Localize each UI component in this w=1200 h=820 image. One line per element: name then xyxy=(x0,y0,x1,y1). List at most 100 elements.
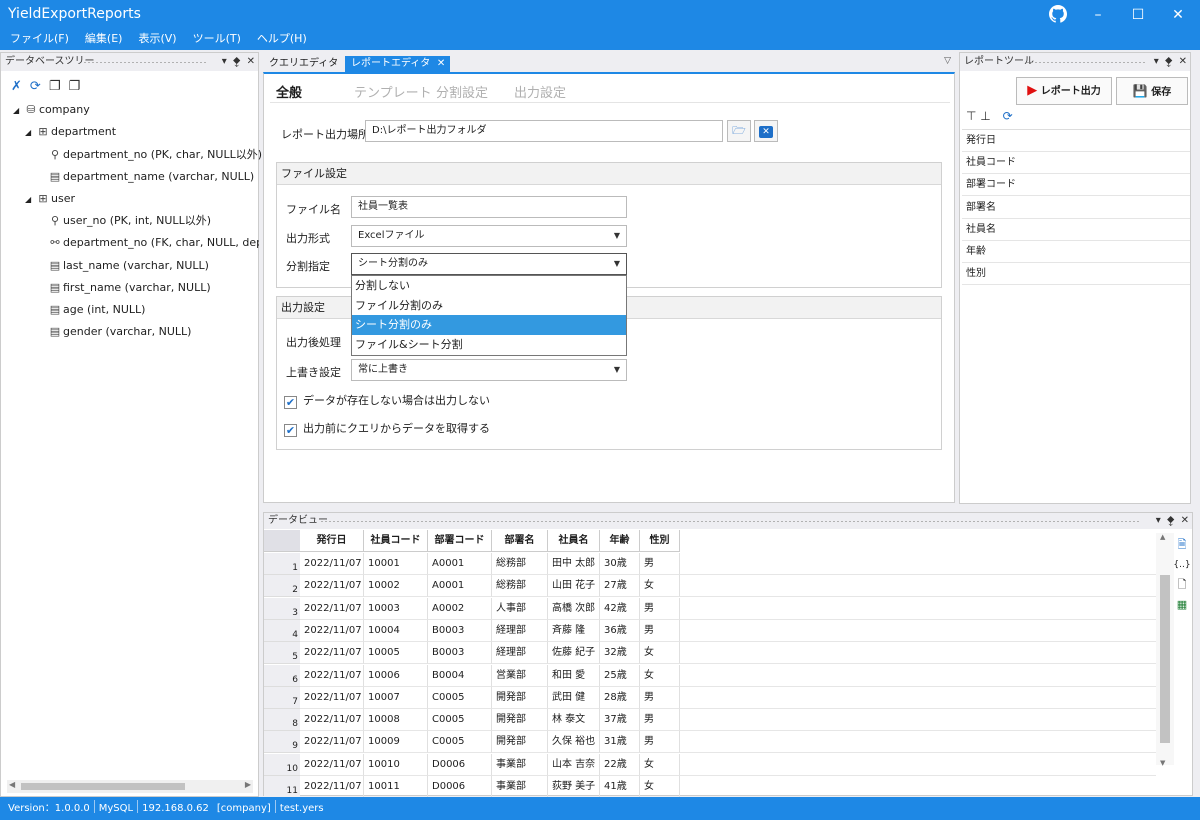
table-cell[interactable]: B0004 xyxy=(428,664,492,687)
minimize-icon[interactable]: – xyxy=(1078,0,1118,30)
subtab-split[interactable]: 分割設定 xyxy=(436,82,488,101)
close-icon[interactable]: ✕ xyxy=(1181,515,1189,526)
table-cell[interactable]: D0006 xyxy=(428,753,492,776)
overwrite-select[interactable]: 常に上書き ▼ xyxy=(351,359,627,381)
table-cell[interactable]: 2022/11/07 xyxy=(300,753,364,776)
row-number[interactable]: 6 xyxy=(264,664,300,687)
tree-item-column[interactable]: ⚲ department_no (PK, char, NULL以外) xyxy=(47,144,262,166)
subtab-output[interactable]: 出力設定 xyxy=(514,82,566,101)
table-cell[interactable]: B0003 xyxy=(428,642,492,665)
tab-query-editor[interactable]: クエリエディタ xyxy=(263,56,344,72)
save-button[interactable]: 💾 保存 xyxy=(1116,77,1188,105)
pin-icon[interactable]: ⧪ xyxy=(1167,515,1175,526)
skip-empty-checkbox[interactable]: ✔ データが存在しない場合は出力しない xyxy=(284,392,490,409)
table-cell[interactable]: 経理部 xyxy=(492,642,548,665)
close-icon[interactable]: ✕ xyxy=(247,56,255,67)
table-cell[interactable]: 10007 xyxy=(364,686,428,709)
table-cell[interactable]: 37歳 xyxy=(600,709,640,732)
row-number[interactable]: 2 xyxy=(264,575,300,598)
table-cell[interactable]: 事業部 xyxy=(492,753,548,776)
table-cell[interactable]: 2022/11/07 xyxy=(300,597,364,620)
report-output-button[interactable]: ▶ レポート出力 xyxy=(1016,77,1112,105)
table-cell[interactable]: 久保 裕也 xyxy=(548,731,600,754)
table-cell[interactable]: 開発部 xyxy=(492,709,548,732)
dropdown-icon[interactable]: ▾ xyxy=(222,56,227,67)
row-number[interactable]: 9 xyxy=(264,731,300,754)
subtab-general[interactable]: 全般 xyxy=(276,82,302,101)
table-cell[interactable]: 武田 健 xyxy=(548,686,600,709)
dropdown-icon[interactable]: ▾ xyxy=(1154,56,1159,67)
table-cell[interactable]: 男 xyxy=(640,709,680,732)
folder-open-icon[interactable]: 🗁 xyxy=(727,120,751,142)
row-number[interactable]: 5 xyxy=(264,642,300,665)
row-number[interactable]: 4 xyxy=(264,619,300,642)
column-header[interactable]: 社員名 xyxy=(548,530,600,552)
column-header[interactable]: 性別 xyxy=(640,530,680,552)
scrollbar-thumb[interactable] xyxy=(1160,575,1170,743)
clear-icon[interactable]: ✕ xyxy=(754,120,778,142)
report-field[interactable]: 社員名 xyxy=(962,219,1190,241)
column-header[interactable]: 年齢 xyxy=(600,530,640,552)
table-cell[interactable]: 2022/11/07 xyxy=(300,709,364,732)
export-file-icon[interactable]: 🗋 xyxy=(1172,575,1192,595)
table-cell[interactable]: 2022/11/07 xyxy=(300,553,364,575)
report-field[interactable]: 年齢 xyxy=(962,241,1190,263)
table-cell[interactable]: 斉藤 隆 xyxy=(548,619,600,642)
refresh-icon[interactable]: ⟳ xyxy=(30,79,41,94)
table-cell[interactable]: 2022/11/07 xyxy=(300,619,364,642)
table-cell[interactable]: 人事部 xyxy=(492,597,548,620)
json-icon[interactable]: {..} xyxy=(1172,555,1192,575)
table-cell[interactable]: 22歳 xyxy=(600,753,640,776)
table-cell[interactable]: 佐藤 紀子 xyxy=(548,642,600,665)
filename-input[interactable]: 社員一覧表 xyxy=(351,196,627,218)
table-cell[interactable]: 高橋 次郎 xyxy=(548,597,600,620)
table-cell[interactable]: 10009 xyxy=(364,731,428,754)
copy-all-icon[interactable]: ❐ xyxy=(68,79,80,94)
tree-item-column[interactable]: ⚲ user_no (PK, int, NULL以外) xyxy=(47,210,211,232)
split-option[interactable]: ファイル分割のみ xyxy=(352,296,626,316)
table-cell[interactable]: 田中 太郎 xyxy=(548,553,600,575)
table-cell[interactable]: 2022/11/07 xyxy=(300,731,364,754)
menu-edit[interactable]: 編集(E) xyxy=(77,30,131,48)
table-cell[interactable]: 女 xyxy=(640,753,680,776)
table-cell[interactable]: 開発部 xyxy=(492,731,548,754)
export-document-icon[interactable]: 🗎 xyxy=(1172,535,1192,555)
table-cell[interactable]: A0002 xyxy=(428,597,492,620)
tree-item-user[interactable]: ◢ ⊞ user xyxy=(25,188,75,210)
tree-item-column[interactable]: ▤ first_name (varchar, NULL) xyxy=(47,277,211,299)
row-number[interactable]: 3 xyxy=(264,597,300,620)
report-field[interactable]: 部署コード xyxy=(962,174,1190,196)
table-cell[interactable]: 10003 xyxy=(364,597,428,620)
table-cell[interactable]: 42歳 xyxy=(600,597,640,620)
tree-item-department[interactable]: ◢ ⊞ department xyxy=(25,121,116,143)
tree-item-company[interactable]: ◢ ⛁ company xyxy=(13,99,90,121)
table-cell[interactable]: 30歳 xyxy=(600,553,640,575)
table-cell[interactable]: 2022/11/07 xyxy=(300,686,364,709)
column-header[interactable]: 部署コード xyxy=(428,530,492,552)
tree-item-column[interactable]: ▤ gender (varchar, NULL) xyxy=(47,321,192,343)
tab-list-icon[interactable]: ▽ xyxy=(944,56,951,66)
table-cell[interactable]: 開発部 xyxy=(492,686,548,709)
dropdown-icon[interactable]: ▾ xyxy=(1156,515,1161,526)
row-number[interactable]: 8 xyxy=(264,709,300,732)
close-tab-icon[interactable]: ✕ xyxy=(437,56,445,72)
menu-help[interactable]: ヘルプ(H) xyxy=(249,30,315,48)
column-header[interactable]: 社員コード xyxy=(364,530,428,552)
excel-icon[interactable]: ▦ xyxy=(1172,595,1192,615)
row-number[interactable]: 11 xyxy=(264,776,300,798)
table-cell[interactable]: D0006 xyxy=(428,776,492,798)
split-option-selected[interactable]: シート分割のみ xyxy=(352,315,626,335)
table-cell[interactable]: 和田 愛 xyxy=(548,664,600,687)
scroll-left-icon[interactable]: ◀ xyxy=(9,780,15,789)
table-cell[interactable]: 28歳 xyxy=(600,686,640,709)
table-cell[interactable]: 10008 xyxy=(364,709,428,732)
close-icon[interactable]: ✕ xyxy=(1179,56,1187,67)
row-number[interactable]: 7 xyxy=(264,686,300,709)
report-field[interactable]: 部署名 xyxy=(962,197,1190,219)
maximize-icon[interactable]: ☐ xyxy=(1118,0,1158,30)
table-cell[interactable]: A0001 xyxy=(428,553,492,575)
table-cell[interactable]: 10005 xyxy=(364,642,428,665)
tree-item-column[interactable]: ⚯department_no (FK, char, NULL, departme xyxy=(47,232,259,254)
table-cell[interactable]: 男 xyxy=(640,731,680,754)
tab-report-editor[interactable]: レポートエディタ ✕ xyxy=(345,56,451,72)
